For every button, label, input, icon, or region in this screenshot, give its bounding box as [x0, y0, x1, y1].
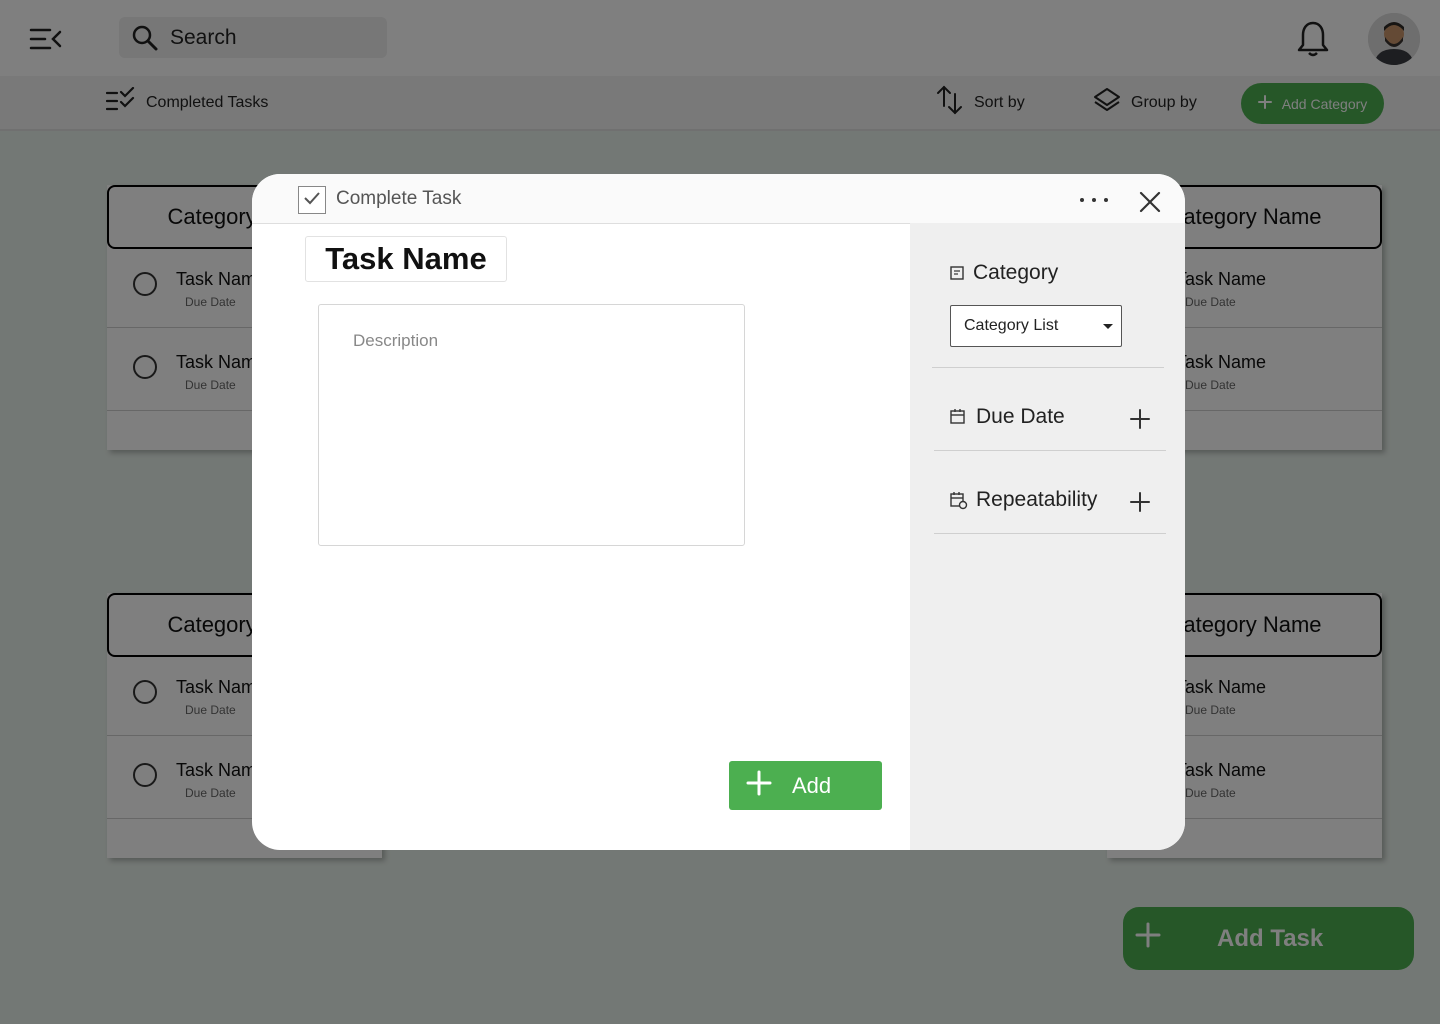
- task-modal: Complete Task Task Name Description Add …: [252, 174, 1185, 850]
- divider: [934, 450, 1166, 451]
- more-options-icon[interactable]: [1076, 190, 1112, 215]
- category-dropdown[interactable]: Category List: [950, 305, 1122, 347]
- description-placeholder: Description: [353, 331, 439, 350]
- caret-down-icon: [1103, 324, 1113, 329]
- complete-task-label: Complete Task: [336, 188, 462, 209]
- complete-task-checkbox[interactable]: [298, 186, 326, 214]
- repeatability-label: Repeatability: [976, 488, 1098, 511]
- modal-header: Complete Task: [252, 174, 1185, 224]
- due-date-label: Due Date: [976, 405, 1065, 428]
- task-title-input[interactable]: Task Name: [305, 236, 507, 282]
- plus-icon: [746, 770, 772, 802]
- divider: [932, 367, 1164, 368]
- category-icon: [950, 266, 964, 285]
- close-icon[interactable]: [1138, 190, 1162, 219]
- description-textarea[interactable]: Description: [318, 304, 745, 546]
- category-dropdown-value: Category List: [964, 317, 1059, 334]
- add-label: Add: [792, 772, 832, 798]
- category-label: Category: [973, 261, 1059, 284]
- divider: [934, 533, 1166, 534]
- repeat-calendar-icon: [950, 492, 968, 515]
- task-details-panel: Category Category List Due Date Repeatab…: [910, 223, 1185, 850]
- add-button[interactable]: Add: [729, 761, 882, 810]
- calendar-icon: [950, 409, 966, 430]
- add-repeatability-plus-icon[interactable]: [1129, 491, 1151, 518]
- add-due-date-plus-icon[interactable]: [1129, 408, 1151, 435]
- checkmark-icon: [304, 191, 320, 210]
